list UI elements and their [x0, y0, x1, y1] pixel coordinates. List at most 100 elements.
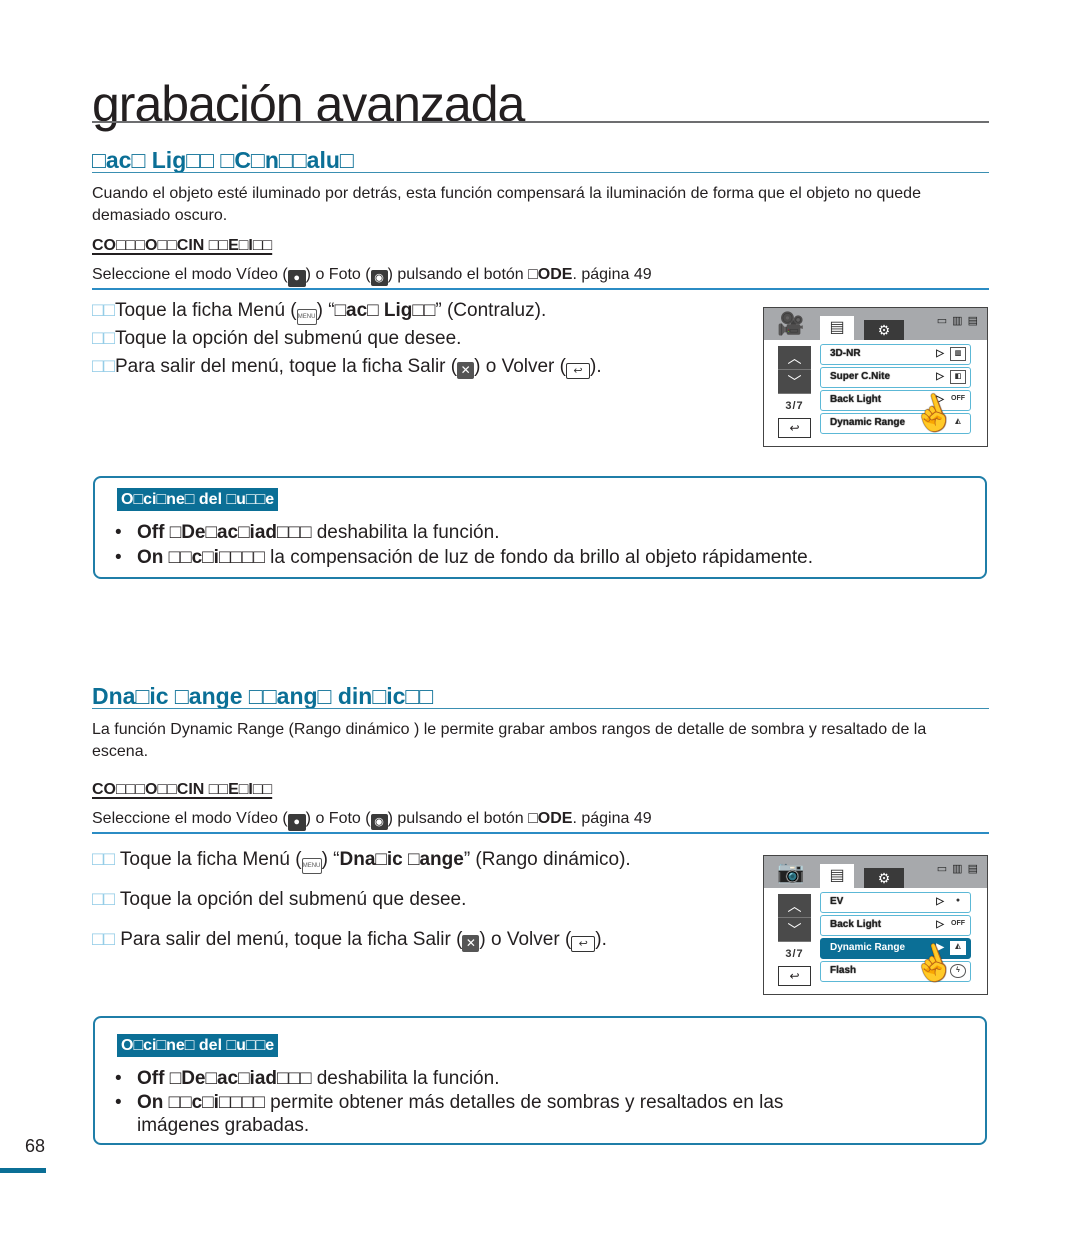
prereq-text-before: Seleccione el modo Vídeo ( — [92, 810, 288, 827]
prerequisite-label: CO□□□O□□CIN □□E□I□□ — [92, 781, 273, 798]
menu-item-name: Dna□ic □ange — [339, 849, 464, 870]
screen-nav: ︿ ﹀ 3/7 ↩ — [778, 346, 811, 438]
step-number: □□ — [92, 328, 115, 349]
step-text: ) o Volver ( — [474, 356, 566, 377]
mode-button-name: □ODE — [528, 810, 573, 827]
dynamic-range-icon: ◭ — [950, 941, 966, 955]
step-text: ) o Volver ( — [479, 929, 572, 950]
settings-tab[interactable]: ⚙ — [864, 320, 904, 340]
option-description: la compensación de luz de fondo da brill… — [264, 547, 814, 568]
step-text: Toque la ficha Menú ( — [114, 849, 302, 870]
photo-camera-icon: 📷 — [777, 859, 805, 884]
super-cnite-value-icon: ◧ — [950, 370, 966, 384]
step-1: □□ Toque la ficha Menú (MENU) “Dna□ic □a… — [92, 849, 631, 874]
camera-screen-dynamic-range: 📷 ▤ ⚙ ▭ ▥ ▤ ︿ ﹀ 3/7 ↩ EV ▷ ● Back Light ▷ OF… — [763, 855, 988, 995]
prerequisite-rule — [92, 288, 989, 290]
prereq-text-mid: ) o Foto ( — [305, 266, 371, 283]
screen-menu-item[interactable]: EV ▷ ● — [820, 892, 971, 913]
menu-icon: MENU — [301, 858, 322, 874]
menu-tab[interactable]: ▤ — [820, 864, 854, 888]
prereq-text-after: ) pulsando el botón — [387, 810, 529, 827]
status-icons: ▭ ▥ ▤ — [936, 863, 979, 875]
option-off: • Off □De□ac□iad□□□ deshabilita la funció… — [115, 1067, 499, 1090]
page-title: grabación avanzada — [92, 76, 525, 132]
option-description-continued: imágenes grabadas. — [137, 1115, 310, 1136]
3dnr-value-icon: ▥ — [950, 347, 966, 361]
page-reference: . página 49 — [572, 266, 652, 283]
exit-icon: ✕ — [462, 935, 480, 952]
exit-icon: ✕ — [457, 362, 475, 379]
step-text: Para salir del menú, toque la ficha Sali… — [114, 356, 458, 377]
page-number-bar — [0, 1168, 46, 1173]
menu-icon: MENU — [296, 309, 317, 325]
menu-item-label: Flash — [830, 965, 857, 976]
heading-rule — [92, 172, 989, 173]
menu-item-name: □ac□ Lig□□ — [334, 300, 436, 321]
scroll-down-button[interactable]: ﹀ — [778, 370, 811, 394]
settings-tab[interactable]: ⚙ — [864, 868, 904, 888]
menu-item-label: Back Light — [830, 919, 882, 930]
page-indicator: 3/7 — [785, 400, 804, 412]
back-button[interactable]: ↩ — [778, 966, 811, 986]
prerequisite-text: Seleccione el modo Vídeo (●) o Foto (◉) … — [92, 265, 652, 287]
step-number: □□ — [92, 929, 115, 950]
option-description: deshabilita la función. — [311, 522, 500, 543]
bullet: • — [115, 522, 122, 543]
scroll-down-button[interactable]: ﹀ — [778, 918, 811, 942]
camera-screen-backlight: 🎥 ▤ ⚙ ▭ ▥ ▤ ︿ ﹀ 3/7 ↩ 3D-NR ▷ ▥ Super C.Ni… — [763, 307, 988, 447]
photo-mode-icon: ◉ — [370, 814, 388, 830]
menu-item-label: Back Light — [830, 394, 882, 405]
step-text: ” (Rango dinámico). — [463, 849, 631, 870]
option-term: On □□c□i□□□□ — [137, 1092, 265, 1113]
step-text: ) “ — [321, 849, 340, 870]
section-description: Cuando el objeto esté iluminado por detr… — [92, 185, 921, 224]
screen-body: ︿ ﹀ 3/7 ↩ EV ▷ ● Back Light ▷ OFF Dynamic Ra… — [764, 888, 987, 994]
prerequisite-label: CO□□□O□□CIN □□E□I□□ — [92, 237, 273, 254]
ev-value-icon: ● — [950, 895, 966, 909]
step-text: Toque la opción del submenú que desee. — [114, 889, 467, 910]
menu-item-label: EV — [830, 896, 844, 907]
screen-menu-item[interactable]: Super C.Nite ▷ ◧ — [820, 367, 971, 388]
menu-item-label: Super C.Nite — [830, 371, 891, 382]
heading-rule — [92, 708, 989, 709]
screen-menu-item[interactable]: Back Light ▷ OFF — [820, 915, 971, 936]
back-icon: ↩ — [566, 363, 590, 379]
scroll-up-button[interactable]: ︿ — [778, 894, 811, 918]
arrow-icon: ▷ — [936, 348, 944, 359]
arrow-icon: ▷ — [936, 896, 944, 907]
menu-tab[interactable]: ▤ — [820, 316, 854, 340]
step-1: □□Toque la ficha Menú (MENU) “□ac□ Lig□□… — [92, 300, 546, 325]
back-icon: ↩ — [571, 936, 596, 952]
prerequisite-text: Seleccione el modo Vídeo (●) o Foto (◉) … — [92, 809, 652, 831]
screen-body: ︿ ﹀ 3/7 ↩ 3D-NR ▷ ▥ Super C.Nite ▷ ◧ Back Li… — [764, 340, 987, 446]
scroll-up-button[interactable]: ︿ — [778, 346, 811, 370]
menu-item-label: Dynamic Range — [830, 417, 906, 428]
step-text: ). — [590, 356, 602, 377]
video-mode-icon: ● — [287, 270, 306, 287]
options-box: O□ci□ne□ del □u□□e • Off □De□ac□iad□□□ de… — [93, 1016, 987, 1145]
back-button[interactable]: ↩ — [778, 418, 811, 438]
step-text: Para salir del menú, toque la ficha Sali… — [114, 929, 463, 950]
screen-menu-item[interactable]: 3D-NR ▷ ▥ — [820, 344, 971, 365]
option-description: permite obtener más detalles de sombras … — [264, 1092, 784, 1113]
option-description: deshabilita la función. — [311, 1068, 500, 1089]
step-3: □□ Para salir del menú, toque la ficha S… — [92, 929, 607, 952]
prerequisite-rule — [92, 832, 989, 834]
step-text: ). — [595, 929, 607, 950]
options-label: O□ci□ne□ del □u□□e — [117, 488, 279, 511]
section-heading-dynamic-range: Dna□ic □ange □□ang□ din□ic□□ — [92, 683, 434, 709]
video-camera-icon: 🎥 — [777, 311, 805, 336]
mode-button-name: □ODE — [528, 266, 573, 283]
page-reference: . página 49 — [572, 810, 652, 827]
step-2: □□ Toque la opción del submenú que desee… — [92, 889, 466, 911]
step-number: □□ — [92, 356, 115, 377]
bullet: • — [115, 1092, 122, 1113]
option-term: On □□c□i□□□□ — [137, 547, 265, 568]
bullet: • — [115, 1068, 122, 1089]
option-off: • Off □De□ac□iad□□□ deshabilita la funció… — [115, 521, 499, 544]
options-label: O□ci□ne□ del □u□□e — [117, 1034, 279, 1057]
arrow-icon: ▷ — [936, 919, 944, 930]
bullet: • — [115, 547, 122, 568]
step-text: ” (Contraluz). — [435, 300, 547, 321]
photo-mode-icon: ◉ — [370, 270, 388, 286]
